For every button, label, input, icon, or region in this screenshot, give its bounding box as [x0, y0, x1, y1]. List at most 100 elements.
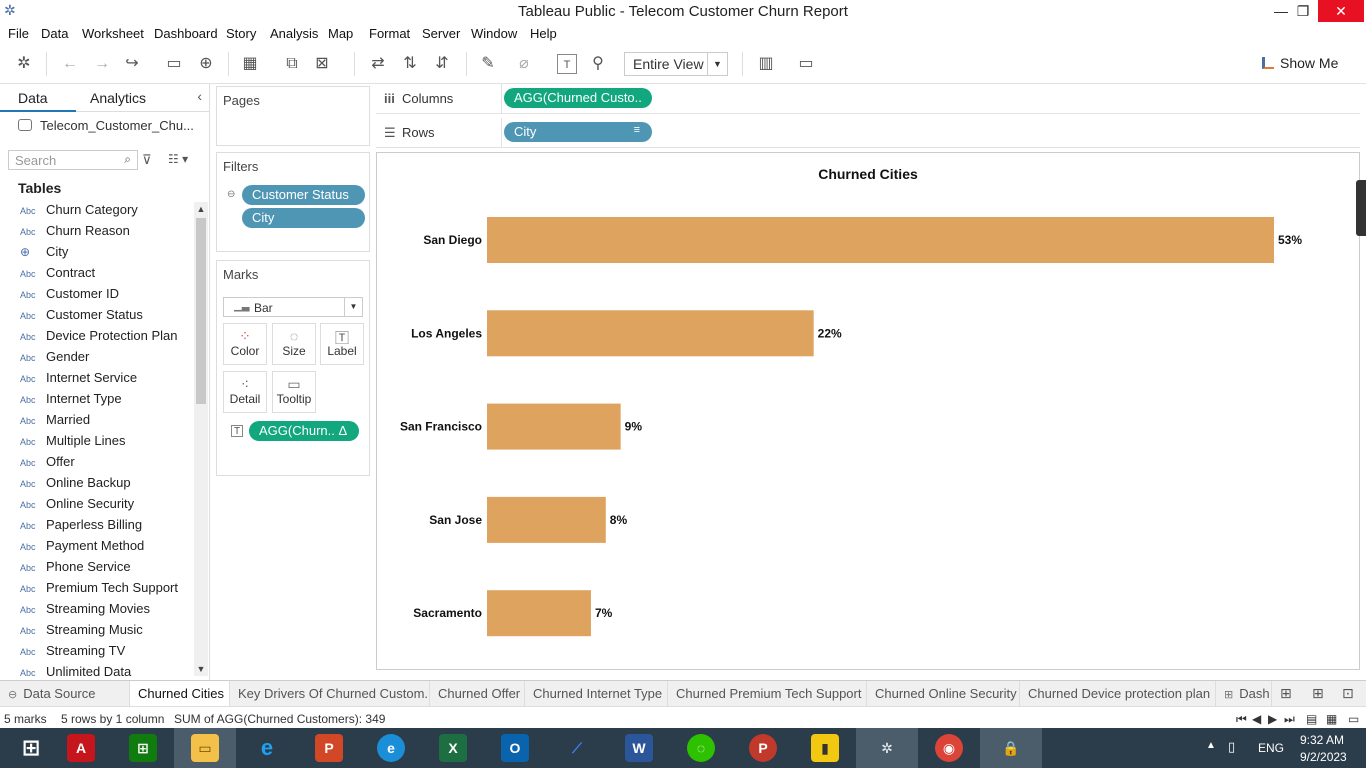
- rows-pill[interactable]: City ≡: [504, 122, 652, 142]
- view-options-icon[interactable]: ☷ ▾: [168, 152, 188, 166]
- field-item[interactable]: Abc Online Backup: [20, 475, 194, 496]
- new-worksheet-icon[interactable]: ▦: [240, 54, 260, 74]
- show-me-button[interactable]: Show Me: [1262, 55, 1338, 71]
- new-worksheet-tab-icon[interactable]: ⊞: [1280, 685, 1292, 702]
- menu-dashboard[interactable]: Dashboard: [154, 26, 218, 41]
- data-source[interactable]: Telecom_Customer_Chu...: [18, 118, 194, 133]
- label-field-pill[interactable]: AGG(Churn.. Δ: [249, 421, 359, 441]
- tray-chevron-icon[interactable]: ▲: [1206, 740, 1216, 751]
- bar[interactable]: [487, 217, 1274, 263]
- last-tab-icon[interactable]: ⏭: [1284, 712, 1295, 727]
- field-item[interactable]: Abc Churn Reason: [20, 223, 194, 244]
- tab-churned-device-protection[interactable]: Churned Device protection plan: [1020, 681, 1216, 707]
- scroll-down-icon[interactable]: ▼: [194, 664, 208, 674]
- pages-card[interactable]: Pages: [216, 86, 370, 146]
- field-item[interactable]: Abc Customer Status: [20, 307, 194, 328]
- field-item[interactable]: Abc Phone Service: [20, 559, 194, 580]
- tab-churned-internet-type[interactable]: Churned Internet Type: [525, 681, 668, 707]
- clock-time[interactable]: 9:32 AM: [1300, 733, 1344, 747]
- field-item[interactable]: Abc Device Protection Plan: [20, 328, 194, 349]
- menu-analysis[interactable]: Analysis: [270, 26, 318, 41]
- color-button[interactable]: ⁘ Color: [223, 323, 267, 365]
- taskbar-store[interactable]: ⊞: [112, 728, 174, 768]
- network-icon[interactable]: ▯: [1228, 739, 1235, 755]
- mark-type-select[interactable]: ▁▃ Bar ▼: [223, 297, 363, 317]
- field-item[interactable]: Abc Internet Type: [20, 391, 194, 412]
- duplicate-icon[interactable]: ⧉: [282, 54, 302, 74]
- menu-data[interactable]: Data: [41, 26, 68, 41]
- taskbar-lock-app[interactable]: 🔒: [980, 728, 1042, 768]
- first-tab-icon[interactable]: ⏮: [1236, 712, 1247, 727]
- field-item[interactable]: Abc Premium Tech Support: [20, 580, 194, 601]
- menu-story[interactable]: Story: [226, 26, 256, 41]
- taskbar-tableau[interactable]: ✲: [856, 728, 918, 768]
- taskbar-edge[interactable]: e: [360, 728, 422, 768]
- label-button[interactable]: 🅃 Label: [320, 323, 364, 365]
- tab-data-source[interactable]: ⊖ Data Source: [0, 681, 130, 707]
- field-item[interactable]: Abc Contract: [20, 265, 194, 286]
- menu-help[interactable]: Help: [530, 26, 557, 41]
- tab-churned-premium-tech-support[interactable]: Churned Premium Tech Support: [668, 681, 867, 707]
- swap-rows-columns-icon[interactable]: ⇄: [368, 54, 388, 74]
- tab-analytics[interactable]: Analytics: [90, 90, 146, 106]
- new-data-source-icon[interactable]: ⊕: [196, 54, 216, 74]
- menu-map[interactable]: Map: [328, 26, 353, 41]
- taskbar-excel[interactable]: X: [422, 728, 484, 768]
- presentation-mode-icon[interactable]: ▭: [796, 54, 816, 74]
- field-item[interactable]: Abc Streaming Music: [20, 622, 194, 643]
- field-item[interactable]: Abc Streaming Movies: [20, 601, 194, 622]
- redo-icon[interactable]: →: [92, 54, 112, 74]
- taskbar-acrobat[interactable]: A: [50, 728, 112, 768]
- field-item[interactable]: Abc Streaming TV: [20, 643, 194, 664]
- tableau-home-icon[interactable]: ✲: [14, 54, 34, 74]
- field-item[interactable]: Abc Unlimited Data: [20, 664, 194, 676]
- replay-icon[interactable]: ↪: [122, 54, 142, 74]
- field-item[interactable]: Abc Offer: [20, 454, 194, 475]
- field-item[interactable]: Abc Payment Method: [20, 538, 194, 559]
- tab-churned-offer[interactable]: Churned Offer: [430, 681, 525, 707]
- tab-churned-cities[interactable]: Churned Cities: [130, 681, 230, 707]
- field-list-scrollbar[interactable]: ▲ ▼: [194, 202, 208, 676]
- group-members-icon[interactable]: ⌀: [514, 54, 534, 74]
- side-handle[interactable]: [1356, 180, 1366, 236]
- search-input[interactable]: Search ⌕: [8, 150, 138, 170]
- language-indicator[interactable]: ENG: [1258, 741, 1284, 755]
- filter-pill-customer-status[interactable]: Customer Status: [242, 185, 365, 205]
- field-item[interactable]: Abc Paperless Billing: [20, 517, 194, 538]
- next-tab-icon[interactable]: ▶: [1268, 712, 1277, 726]
- tab-dash[interactable]: ⊞ Dash: [1216, 681, 1272, 707]
- highlight-icon[interactable]: ✎: [478, 54, 498, 74]
- menu-window[interactable]: Window: [471, 26, 517, 41]
- restore-button[interactable]: ❐: [1288, 0, 1318, 22]
- fix-axes-icon[interactable]: ⚲: [588, 54, 608, 74]
- clear-sheet-icon[interactable]: ⊠: [312, 54, 332, 74]
- bar[interactable]: [487, 403, 621, 450]
- field-item[interactable]: Abc Internet Service: [20, 370, 194, 391]
- taskbar-outlook[interactable]: O: [484, 728, 546, 768]
- menu-worksheet[interactable]: Worksheet: [82, 26, 144, 41]
- show-tabs-icon[interactable]: ▭: [1348, 712, 1359, 726]
- filter-pill-city[interactable]: City: [242, 208, 365, 228]
- taskbar-word[interactable]: W: [608, 728, 670, 768]
- bar[interactable]: [487, 496, 606, 543]
- filter-icon[interactable]: ⊽: [142, 152, 152, 168]
- sort-ascending-icon[interactable]: ⇅: [400, 54, 420, 74]
- tooltip-button[interactable]: ▭ Tooltip: [272, 371, 316, 413]
- field-item[interactable]: Abc Married: [20, 412, 194, 433]
- taskbar-powerbi[interactable]: ▮: [794, 728, 856, 768]
- prev-tab-icon[interactable]: ◀: [1252, 712, 1261, 726]
- field-item[interactable]: Abc Customer ID: [20, 286, 194, 307]
- tab-churned-online-security[interactable]: Churned Online Security: [867, 681, 1020, 707]
- new-story-tab-icon[interactable]: ⊡: [1342, 685, 1354, 702]
- bar[interactable]: [487, 310, 814, 357]
- show-filmstrip-icon[interactable]: ▤: [1306, 712, 1317, 726]
- show-cards-icon[interactable]: ▥: [756, 54, 776, 74]
- clock-date[interactable]: 9/2/2023: [1300, 750, 1347, 764]
- fit-view-select[interactable]: Entire View ▼: [624, 52, 728, 76]
- tab-data[interactable]: Data: [0, 84, 76, 112]
- show-mark-labels-icon[interactable]: T: [557, 54, 577, 74]
- field-item[interactable]: Abc Churn Category: [20, 202, 194, 223]
- menu-file[interactable]: File: [8, 26, 29, 41]
- taskbar-psiphon[interactable]: P: [732, 728, 794, 768]
- save-icon[interactable]: ▭: [164, 54, 184, 74]
